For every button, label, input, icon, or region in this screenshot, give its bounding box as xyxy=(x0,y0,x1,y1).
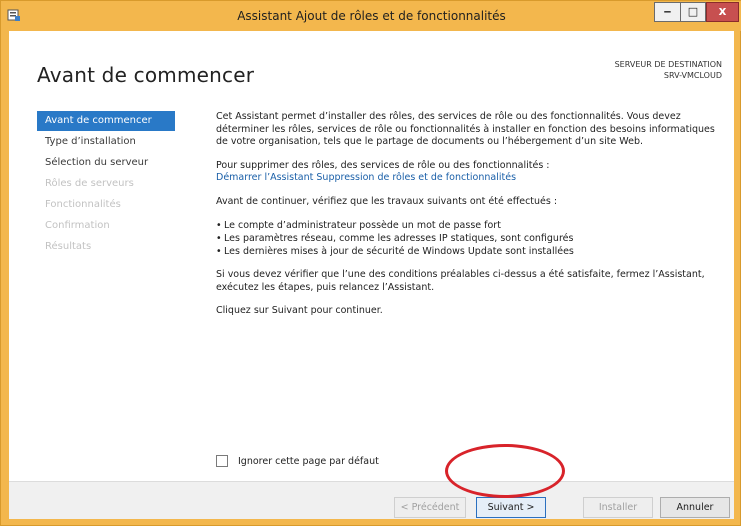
cancel-button[interactable]: Annuler xyxy=(660,497,730,518)
close-icon: x xyxy=(718,4,727,18)
list-item: Le compte d’administrateur possède un mo… xyxy=(216,219,716,232)
page-title: Avant de commencer xyxy=(37,63,255,87)
destination-server-name: SRV-VMCLOUD xyxy=(663,71,722,80)
verify-text: Si vous devez vérifier que l’une des con… xyxy=(216,269,705,293)
prerequisites-list: Le compte d’administrateur possède un mo… xyxy=(216,219,716,258)
list-item: Les paramètres réseau, comme les adresse… xyxy=(216,232,716,245)
nav-item-confirmation: Confirmation xyxy=(45,220,110,231)
nav-item-fonctionnalites: Fonctionnalités xyxy=(45,199,121,210)
window-title: Assistant Ajout de rôles et de fonctionn… xyxy=(237,9,506,23)
intro-text: Cet Assistant permet d’installer des rôl… xyxy=(216,111,715,147)
nav-item-avant-de-commencer[interactable]: Avant de commencer xyxy=(37,111,175,131)
list-item: Les dernières mises à jour de sécurité d… xyxy=(216,245,716,258)
destination-label: SERVEUR DE DESTINATION xyxy=(614,60,722,69)
remove-wizard-link[interactable]: Démarrer l’Assistant Suppression de rôle… xyxy=(216,172,516,183)
wizard-nav: Avant de commencer Type d’installation S… xyxy=(37,111,175,258)
skip-page-checkbox[interactable] xyxy=(216,455,228,467)
close-button[interactable]: x xyxy=(706,2,739,22)
previous-button: < Précédent xyxy=(394,497,466,518)
maximize-button[interactable]: □ xyxy=(680,2,706,22)
nav-item-type-installation[interactable]: Type d’installation xyxy=(37,132,175,152)
content-panel: Cet Assistant permet d’installer des rôl… xyxy=(216,111,716,329)
wizard-window: Assistant Ajout de rôles et de fonctionn… xyxy=(0,0,741,526)
skip-page-option[interactable]: Ignorer cette page par défaut xyxy=(216,453,379,469)
minimize-icon: ‒ xyxy=(663,5,672,18)
button-bar: < Précédent Suivant > Installer Annuler xyxy=(9,481,734,519)
before-text: Avant de continuer, vérifiez que les tra… xyxy=(216,195,558,207)
nav-item-selection-serveur[interactable]: Sélection du serveur xyxy=(37,153,175,173)
minimize-button[interactable]: ‒ xyxy=(654,2,681,22)
next-button[interactable]: Suivant > xyxy=(476,497,546,518)
nav-item-resultats: Résultats xyxy=(45,241,92,252)
destination-server: SERVEUR DE DESTINATION SRV-VMCLOUD xyxy=(615,59,722,81)
nav-item-roles-serveurs: Rôles de serveurs xyxy=(45,178,134,189)
continue-text: Cliquez sur Suivant pour continuer. xyxy=(216,305,383,316)
title-bar[interactable]: Assistant Ajout de rôles et de fonctionn… xyxy=(1,1,741,31)
remove-text: Pour supprimer des rôles, des services d… xyxy=(216,159,550,171)
wizard-client-area: Avant de commencer SERVEUR DE DESTINATIO… xyxy=(9,31,734,519)
install-button: Installer xyxy=(583,497,653,518)
maximize-icon: □ xyxy=(687,5,699,18)
remove-section: Pour supprimer des rôles, des services d… xyxy=(216,160,716,185)
skip-page-label[interactable]: Ignorer cette page par défaut xyxy=(238,456,379,467)
